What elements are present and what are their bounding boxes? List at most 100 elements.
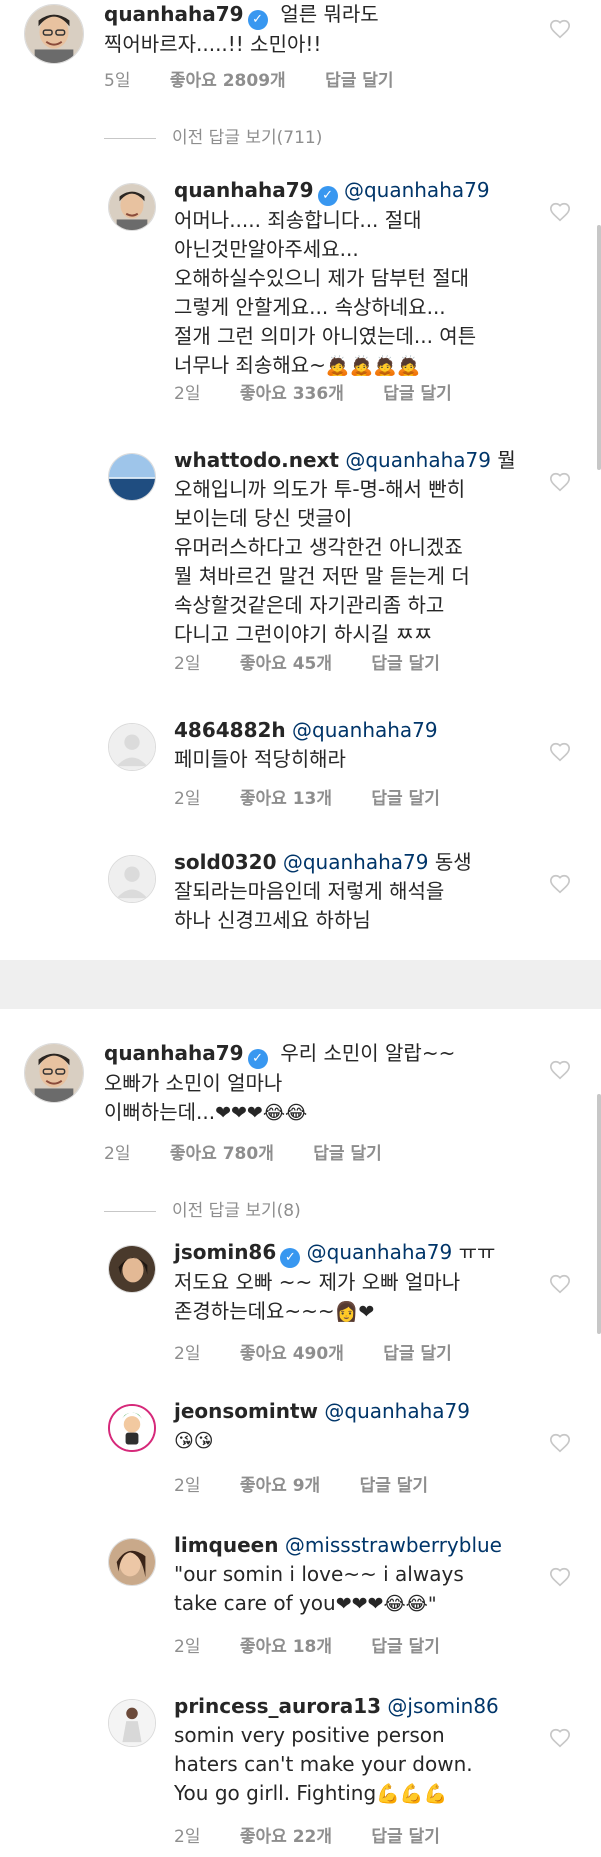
- comment-meta: 2일 좋아요 9개 답글 달기: [174, 1471, 428, 1496]
- likes-count[interactable]: 좋아요 780개: [170, 1139, 274, 1164]
- mention-link[interactable]: @quanhaha79: [283, 850, 429, 874]
- emoji-text: 💪💪💪: [376, 1783, 448, 1805]
- username[interactable]: jeonsomintw: [174, 1399, 318, 1423]
- like-heart-icon[interactable]: [549, 1059, 571, 1081]
- avatar[interactable]: [108, 1245, 156, 1293]
- timestamp: 2일: [174, 384, 201, 404]
- username[interactable]: sold0320: [174, 850, 276, 874]
- timestamp: 2일: [174, 1344, 201, 1364]
- view-previous-replies[interactable]: 이전 답글 보기(711): [104, 123, 322, 148]
- like-heart-icon[interactable]: [549, 1273, 571, 1295]
- username[interactable]: whattodo.next: [174, 448, 339, 472]
- comment-text: sold0320 @quanhaha79 동생 잘되라는마음인데 저렇게 해석을…: [174, 848, 541, 935]
- reply-button[interactable]: 답글 달기: [371, 784, 439, 809]
- comment-meta: 2일 좋아요 45개 답글 달기: [174, 649, 440, 674]
- emoji-text: ❤❤❤😂😂": [335, 1593, 437, 1615]
- likes-count[interactable]: 좋아요 9개: [240, 1471, 320, 1496]
- comment-text: 4864882h @quanhaha79 페미들아 적당히해라: [174, 716, 541, 774]
- reply-button[interactable]: 답글 달기: [313, 1139, 381, 1164]
- username[interactable]: limqueen: [174, 1533, 278, 1557]
- avatar[interactable]: [108, 723, 156, 771]
- like-heart-icon[interactable]: [549, 471, 571, 493]
- like-heart-icon[interactable]: [549, 1432, 571, 1454]
- like-heart-icon[interactable]: [549, 1727, 571, 1749]
- comment-body: 페미들아 적당히해라: [174, 747, 346, 771]
- avatar[interactable]: [108, 453, 156, 501]
- avatar[interactable]: [108, 1404, 156, 1452]
- reply-button[interactable]: 답글 달기: [383, 1339, 451, 1364]
- view-previous-label[interactable]: 이전 답글 보기(711): [172, 128, 322, 148]
- mention-link[interactable]: @quanhaha79: [324, 1399, 470, 1423]
- avatar-sea-icon: [109, 454, 155, 500]
- avatar[interactable]: [24, 1043, 84, 1103]
- view-previous-label[interactable]: 이전 답글 보기(8): [172, 1201, 301, 1221]
- like-heart-icon[interactable]: [549, 201, 571, 223]
- like-heart-icon[interactable]: [549, 873, 571, 895]
- comment-panel-2: quanhaha79 ✓ 우리 소민이 알랍~~ 오빠가 소민이 얼마나 이뻐하는…: [0, 1009, 601, 1857]
- comment-meta: 2일 좋아요 18개 답글 달기: [174, 1632, 440, 1657]
- verified-badge-icon: ✓: [317, 186, 338, 206]
- avatar-woman-icon: [109, 1539, 155, 1585]
- mention-link[interactable]: @quanhaha79: [344, 178, 490, 202]
- like-heart-icon[interactable]: [549, 1566, 571, 1588]
- likes-count[interactable]: 좋아요 18개: [240, 1632, 332, 1657]
- reply-comment: jeonsomintw @quanhaha79 😘😘 2일 좋아요 9개 답글 …: [0, 1399, 601, 1514]
- comment-text: quanhaha79 ✓ 우리 소민이 알랍~~ 오빠가 소민이 얼마나 이뻐하는…: [104, 1039, 541, 1128]
- mention-link[interactable]: @quanhaha79: [345, 448, 491, 472]
- reply-button[interactable]: 답글 달기: [360, 1471, 428, 1496]
- mention-link[interactable]: @missstrawberryblue: [285, 1533, 502, 1557]
- comment-text: quanhaha79 ✓ 얼른 뭐라도 찍어바르자.....!! 소민아!!: [104, 0, 541, 59]
- verified-badge-icon: ✓: [247, 1049, 268, 1069]
- comment-body: 뭘 오해입니까 의도가 투-명-해서 빤히 보이는데 당신 댓글이 유머러스하다…: [174, 448, 516, 646]
- like-heart-icon[interactable]: [549, 741, 571, 763]
- mention-link[interactable]: @quanhaha79: [307, 1240, 453, 1264]
- emoji-text: 👩❤: [334, 1301, 375, 1323]
- likes-count[interactable]: 좋아요 22개: [240, 1822, 332, 1847]
- divider-line: [104, 137, 156, 139]
- reply-comment: princess_aurora13 @jsomin86 somin very p…: [0, 1694, 601, 1849]
- emoji-text: 🙇🙇🙇🙇: [325, 355, 421, 377]
- avatar[interactable]: [108, 1699, 156, 1747]
- mention-link[interactable]: @quanhaha79: [292, 718, 438, 742]
- likes-count[interactable]: 좋아요 45개: [240, 649, 332, 674]
- mention-link[interactable]: @jsomin86: [387, 1694, 498, 1718]
- avatar[interactable]: [108, 1538, 156, 1586]
- avatar[interactable]: [24, 4, 84, 64]
- likes-count[interactable]: 좋아요 2809개: [170, 66, 286, 91]
- comment-text: princess_aurora13 @jsomin86 somin very p…: [174, 1692, 541, 1809]
- likes-count[interactable]: 좋아요 13개: [240, 784, 332, 809]
- timestamp: 5일: [104, 71, 131, 91]
- reply-comment: 4864882h @quanhaha79 페미들아 적당히해라 2일 좋아요 1…: [0, 718, 601, 823]
- comment-meta: 2일 좋아요 336개 답글 달기: [174, 379, 452, 404]
- avatar[interactable]: [108, 855, 156, 903]
- avatar-woman-icon: [109, 1700, 155, 1746]
- comment-text: jsomin86 ✓ @quanhaha79 ㅠㅠ 저도요 오빠 ~~ 제가 오빠…: [174, 1238, 541, 1327]
- timestamp: 2일: [174, 1637, 201, 1657]
- username[interactable]: quanhaha79: [174, 178, 314, 202]
- comment-top: quanhaha79 ✓ 우리 소민이 알랍~~ 오빠가 소민이 얼마나 이뻐하는…: [0, 1039, 601, 1164]
- emoji-text: ❤❤❤😂😂: [215, 1102, 308, 1124]
- reply-button[interactable]: 답글 달기: [383, 379, 451, 404]
- avatar[interactable]: [108, 183, 156, 231]
- like-heart-icon[interactable]: [549, 18, 571, 40]
- reply-button[interactable]: 답글 달기: [371, 649, 439, 674]
- comment-meta: 2일 좋아요 490개 답글 달기: [174, 1339, 452, 1364]
- username[interactable]: 4864882h: [174, 718, 286, 742]
- avatar-man-icon: [25, 1044, 83, 1102]
- verified-badge-icon: ✓: [280, 1248, 301, 1268]
- comment-meta: 2일 좋아요 22개 답글 달기: [174, 1822, 440, 1847]
- username[interactable]: quanhaha79: [104, 2, 244, 26]
- likes-count[interactable]: 좋아요 490개: [240, 1339, 344, 1364]
- view-previous-replies[interactable]: 이전 답글 보기(8): [104, 1196, 301, 1221]
- reply-button[interactable]: 답글 달기: [325, 66, 393, 91]
- username[interactable]: jsomin86: [174, 1240, 276, 1264]
- comment-meta: 5일 좋아요 2809개 답글 달기: [104, 66, 394, 91]
- timestamp: 2일: [174, 789, 201, 809]
- username[interactable]: quanhaha79: [104, 1041, 244, 1065]
- username[interactable]: princess_aurora13: [174, 1694, 381, 1718]
- reply-button[interactable]: 답글 달기: [371, 1632, 439, 1657]
- comment-text: whattodo.next @quanhaha79 뭘 오해입니까 의도가 투-…: [174, 446, 541, 649]
- reply-button[interactable]: 답글 달기: [371, 1822, 439, 1847]
- likes-count[interactable]: 좋아요 336개: [240, 379, 344, 404]
- default-avatar-icon: [109, 856, 155, 902]
